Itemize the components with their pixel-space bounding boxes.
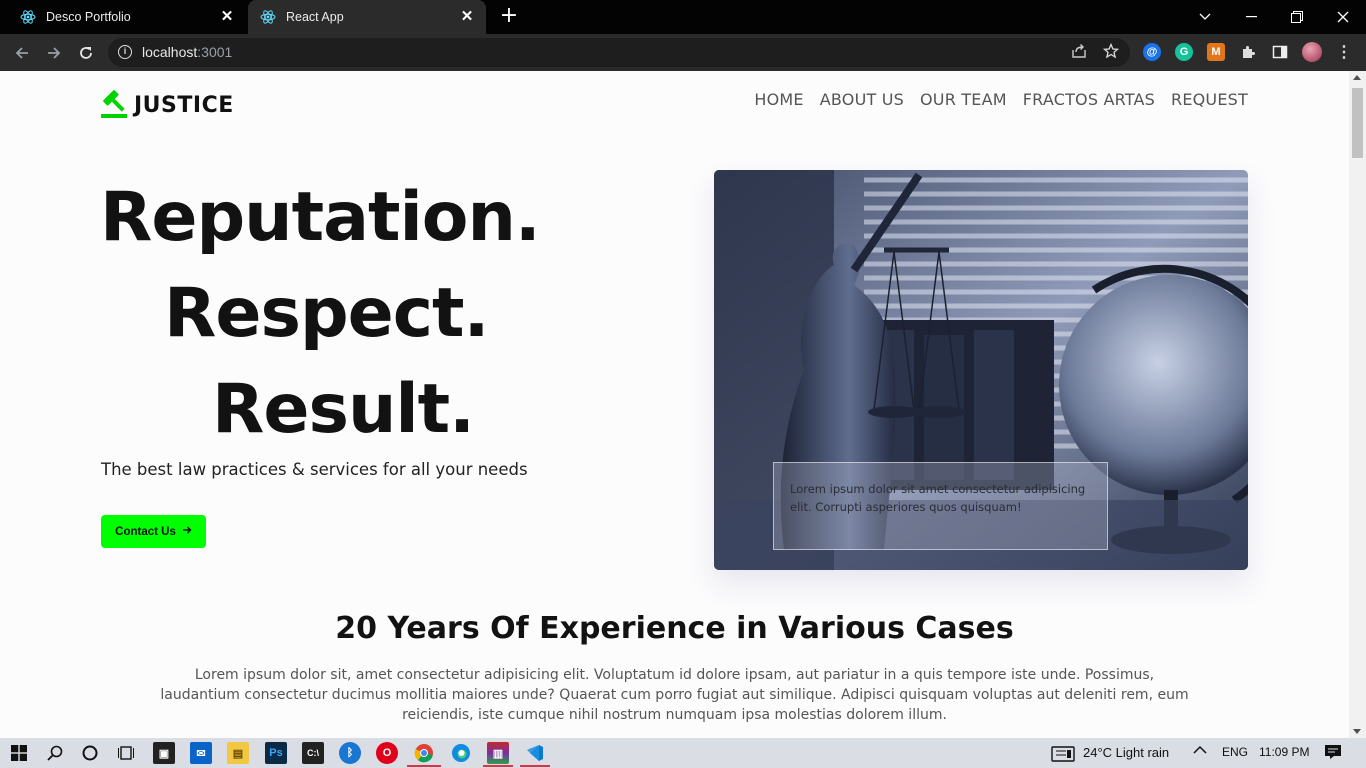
at-extension-icon[interactable]: @ bbox=[1143, 43, 1161, 61]
photoshop-icon[interactable]: Ps bbox=[265, 742, 287, 764]
vscode-icon[interactable] bbox=[524, 742, 546, 764]
nav-fractos-artas[interactable]: FRACTOS ARTAS bbox=[1023, 90, 1155, 109]
address-bar[interactable]: i localhost:3001 bbox=[108, 38, 1130, 67]
page-scrollbar[interactable] bbox=[1349, 71, 1366, 738]
section-title: 20 Years Of Experience in Various Cases bbox=[335, 611, 1014, 646]
page-viewport: JUSTICE HOME ABOUT US OUR TEAM FRACTOS A… bbox=[0, 71, 1349, 738]
menu-kebab-icon[interactable]: ⋮ bbox=[1335, 43, 1353, 61]
file-explorer-icon[interactable]: ▤ bbox=[227, 742, 249, 764]
site-info-icon[interactable]: i bbox=[118, 45, 132, 59]
tab-title: Desco Portfolio bbox=[46, 10, 131, 24]
gavel-icon bbox=[100, 89, 130, 121]
chrome-running-indicator bbox=[407, 765, 441, 767]
opera-icon[interactable]: O bbox=[376, 742, 398, 764]
terminal-icon[interactable]: C:\ bbox=[302, 742, 324, 764]
restore-icon[interactable] bbox=[1274, 0, 1320, 34]
bookmark-star-icon[interactable] bbox=[1102, 42, 1120, 61]
weather-text[interactable]: 24°C Light rain bbox=[1083, 745, 1169, 760]
chevron-up-icon[interactable] bbox=[1193, 743, 1207, 760]
winrar-icon[interactable]: ▥ bbox=[487, 742, 509, 764]
share-icon[interactable] bbox=[1070, 43, 1088, 61]
close-window-icon[interactable] bbox=[1320, 0, 1366, 34]
hero-line-respect: Respect. bbox=[164, 274, 489, 353]
new-tab-icon[interactable]: + bbox=[498, 5, 520, 28]
close-tab-icon[interactable]: ✕ bbox=[218, 8, 236, 26]
reload-icon[interactable] bbox=[73, 40, 99, 66]
metamask-icon[interactable]: M bbox=[1207, 43, 1225, 61]
minimize-icon[interactable] bbox=[1228, 0, 1274, 34]
nav-our-team[interactable]: OUR TEAM bbox=[920, 90, 1007, 109]
tab-desco-portfolio[interactable]: Desco Portfolio ✕ bbox=[8, 0, 246, 34]
brand-logo[interactable]: JUSTICE bbox=[100, 89, 234, 121]
scroll-down-icon[interactable] bbox=[1353, 729, 1361, 734]
hero-image-lady-justice: Lorem ipsum dolor sit amet consectetur a… bbox=[714, 170, 1248, 570]
hero-line-reputation: Reputation. bbox=[100, 178, 541, 257]
browser-tab-strip: Desco Portfolio ✕ React App ✕ + bbox=[0, 0, 1366, 34]
windows-start-icon[interactable] bbox=[8, 742, 30, 764]
hero-subtitle: The best law practices & services for al… bbox=[101, 460, 528, 479]
cortana-icon[interactable] bbox=[79, 742, 101, 764]
edge-icon[interactable] bbox=[450, 742, 472, 764]
profile-avatar[interactable] bbox=[1302, 42, 1322, 62]
winrar-running-indicator bbox=[483, 765, 513, 767]
vscode-running-indicator bbox=[520, 765, 550, 767]
extensions-puzzle-icon[interactable] bbox=[1239, 43, 1257, 61]
contact-us-label: Contact Us bbox=[115, 525, 176, 538]
arrow-right-icon bbox=[182, 525, 192, 538]
tab-search-icon[interactable] bbox=[1182, 0, 1228, 34]
store-icon[interactable]: ▣ bbox=[153, 742, 175, 764]
nav-request[interactable]: REQUEST bbox=[1171, 90, 1248, 109]
back-icon[interactable] bbox=[9, 40, 35, 66]
browser-toolbar: i localhost:3001 @ G M ⋮ bbox=[0, 34, 1366, 71]
language-indicator[interactable]: ENG bbox=[1222, 745, 1248, 759]
nav-about-us[interactable]: ABOUT US bbox=[820, 90, 904, 109]
bluetooth-icon[interactable]: ᛒ bbox=[339, 742, 361, 764]
grammarly-icon[interactable]: G bbox=[1175, 43, 1193, 61]
scrollbar-thumb[interactable] bbox=[1352, 88, 1363, 158]
close-tab-icon[interactable]: ✕ bbox=[458, 8, 476, 26]
brand-name: JUSTICE bbox=[134, 92, 234, 118]
url-text: localhost:3001 bbox=[142, 44, 233, 60]
clock[interactable]: 11:09 PM bbox=[1259, 745, 1309, 759]
section-body: Lorem ipsum dolor sit, amet consectetur … bbox=[160, 667, 1189, 723]
scroll-up-icon[interactable] bbox=[1353, 75, 1361, 80]
contact-us-button[interactable]: Contact Us bbox=[101, 515, 206, 548]
side-panel-icon[interactable] bbox=[1271, 43, 1289, 61]
task-view-icon[interactable] bbox=[115, 742, 137, 764]
notifications-icon[interactable] bbox=[1324, 744, 1342, 763]
windows-taskbar: ▣ ✉ ▤ Ps C:\ ᛒ O ▥ 24°C Light rain ENG 1… bbox=[0, 738, 1366, 768]
tab-react-app[interactable]: React App ✕ bbox=[248, 0, 486, 34]
nav-home[interactable]: HOME bbox=[754, 90, 803, 109]
chrome-icon[interactable] bbox=[413, 742, 435, 764]
react-icon bbox=[20, 9, 36, 25]
react-icon bbox=[260, 9, 276, 25]
weather-icon[interactable] bbox=[1051, 746, 1075, 765]
forward-icon[interactable] bbox=[41, 40, 67, 66]
tab-title: React App bbox=[286, 10, 344, 24]
search-icon[interactable] bbox=[44, 742, 66, 764]
hero-line-result: Result. bbox=[212, 370, 475, 449]
mail-icon[interactable]: ✉ bbox=[190, 742, 212, 764]
image-caption-card: Lorem ipsum dolor sit amet consectetur a… bbox=[773, 462, 1108, 550]
main-nav: HOME ABOUT US OUR TEAM FRACTOS ARTAS REQ… bbox=[754, 90, 1248, 109]
